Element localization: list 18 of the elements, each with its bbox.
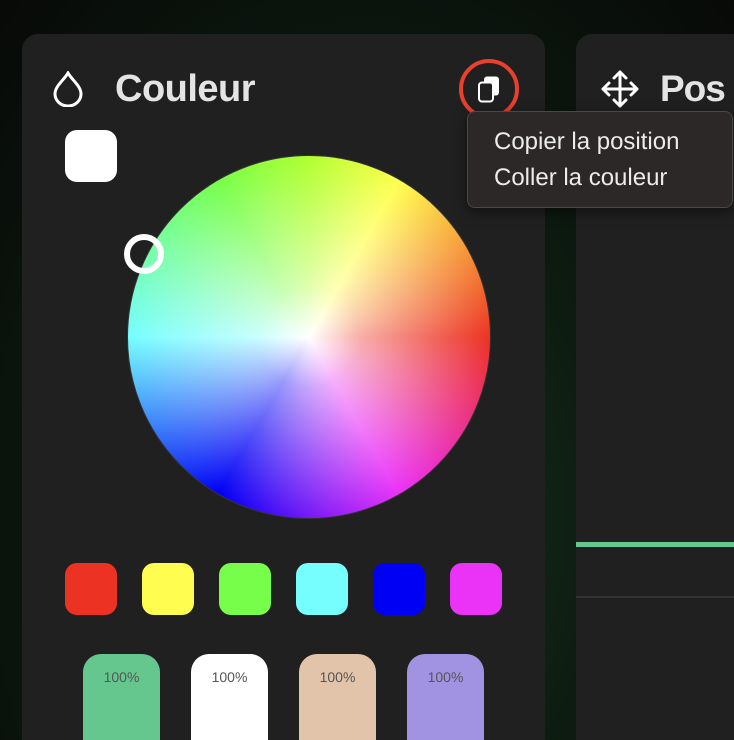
move-icon — [600, 69, 640, 109]
color-preset[interactable]: 100% — [83, 654, 160, 740]
color-preset[interactable]: 100% — [299, 654, 376, 740]
color-swatch[interactable] — [373, 563, 425, 615]
wheel-thumb[interactable] — [124, 234, 164, 274]
drop-icon — [52, 71, 84, 107]
menu-item[interactable]: Copier la position — [468, 123, 732, 159]
current-color-swatch — [65, 130, 117, 182]
color-swatch[interactable] — [65, 563, 117, 615]
color-preset[interactable]: 100% — [191, 654, 268, 740]
menu-item[interactable]: Coller la couleur — [468, 159, 732, 195]
color-swatch[interactable] — [450, 563, 502, 615]
color-swatch[interactable] — [219, 563, 271, 615]
panel-title: Pos — [660, 68, 725, 110]
copy-icon — [477, 75, 501, 103]
color-swatch[interactable] — [296, 563, 348, 615]
panel-title: Couleur — [115, 68, 256, 110]
color-swatch[interactable] — [142, 563, 194, 615]
